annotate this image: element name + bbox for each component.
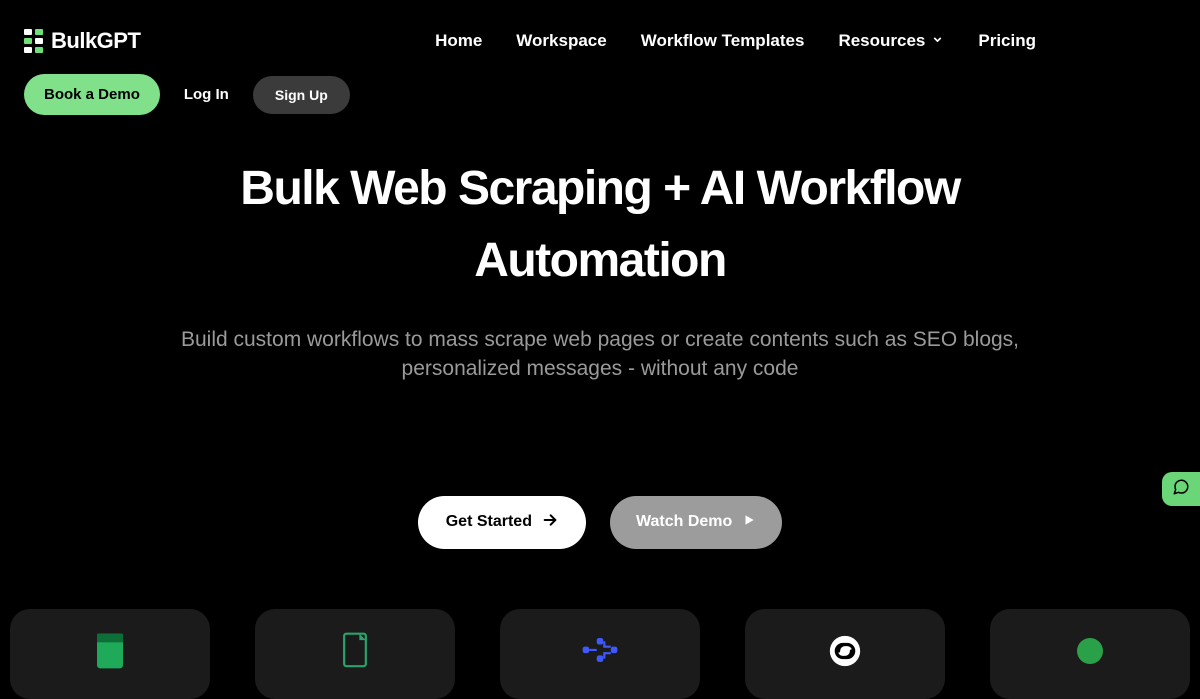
- book-demo-label: Book a Demo: [44, 86, 140, 103]
- arrow-right-icon: [542, 512, 558, 533]
- feature-tiles: [0, 609, 1200, 699]
- nav-pricing[interactable]: Pricing: [978, 31, 1036, 51]
- nav-pricing-label: Pricing: [978, 31, 1036, 51]
- workflow-icon: [574, 625, 626, 682]
- feature-tile-5[interactable]: [990, 609, 1190, 699]
- nav-home[interactable]: Home: [435, 31, 482, 51]
- watch-demo-label: Watch Demo: [636, 513, 732, 531]
- sign-up-label: Sign Up: [275, 87, 328, 103]
- watch-demo-button[interactable]: Watch Demo: [610, 496, 782, 549]
- nav-templates-label: Workflow Templates: [641, 31, 805, 51]
- hero: Bulk Web Scraping + AI Workflow Automati…: [0, 115, 1200, 549]
- sign-up-button[interactable]: Sign Up: [253, 76, 350, 114]
- hero-ctas: Get Started Watch Demo: [0, 496, 1200, 549]
- chat-widget[interactable]: [1162, 472, 1200, 506]
- logo[interactable]: BulkGPT: [24, 28, 140, 54]
- hero-subtitle: Build custom workflows to mass scrape we…: [120, 325, 1080, 384]
- nav-resources[interactable]: Resources: [838, 31, 944, 51]
- log-in-label: Log In: [184, 86, 229, 103]
- feature-tile-1[interactable]: [10, 609, 210, 699]
- log-in-link[interactable]: Log In: [184, 86, 229, 103]
- nav-workspace[interactable]: Workspace: [516, 31, 606, 51]
- main-nav: Home Workspace Workflow Templates Resour…: [435, 31, 1036, 51]
- feature-tile-3[interactable]: [500, 609, 700, 699]
- play-icon: [742, 513, 756, 532]
- nav-templates[interactable]: Workflow Templates: [641, 31, 805, 51]
- file-icon: [329, 625, 381, 682]
- sheet-icon: [84, 625, 136, 682]
- link-icon: [819, 625, 871, 682]
- logo-text: BulkGPT: [51, 28, 140, 54]
- circle-icon: [1064, 625, 1116, 682]
- get-started-label: Get Started: [446, 513, 532, 531]
- book-demo-button[interactable]: Book a Demo: [24, 74, 160, 115]
- header-actions: Book a Demo Log In Sign Up: [0, 54, 1200, 115]
- header: BulkGPT Home Workspace Workflow Template…: [0, 0, 1200, 54]
- nav-resources-label: Resources: [838, 31, 925, 51]
- chat-icon: [1172, 478, 1190, 501]
- hero-title: Bulk Web Scraping + AI Workflow Automati…: [170, 153, 1030, 297]
- feature-tile-4[interactable]: [745, 609, 945, 699]
- chevron-down-icon: [931, 31, 944, 51]
- nav-workspace-label: Workspace: [516, 31, 606, 51]
- nav-home-label: Home: [435, 31, 482, 51]
- logo-icon: [24, 29, 43, 53]
- get-started-button[interactable]: Get Started: [418, 496, 586, 549]
- feature-tile-2[interactable]: [255, 609, 455, 699]
